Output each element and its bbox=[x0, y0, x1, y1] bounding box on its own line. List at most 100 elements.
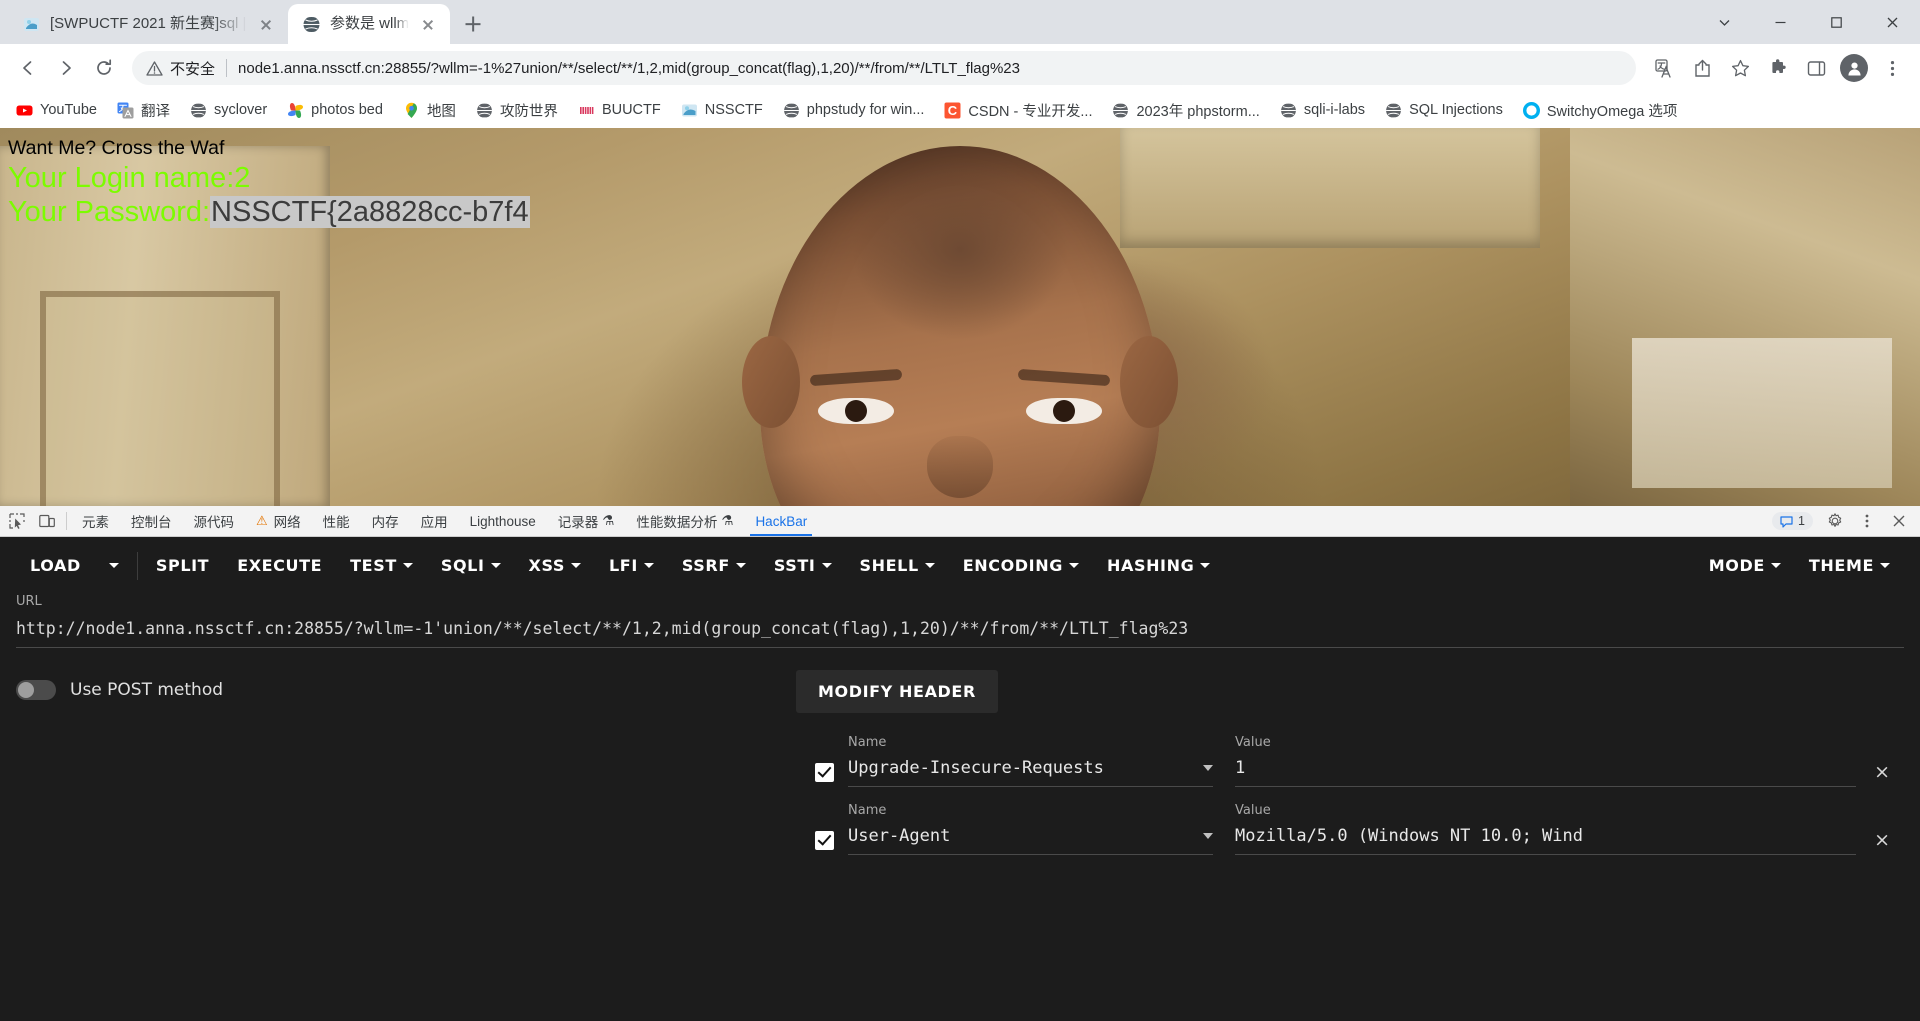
devtools-tab-bar-actions: 1 bbox=[1772, 506, 1920, 536]
devtools-tab-lighthouse[interactable]: Lighthouse bbox=[459, 506, 547, 536]
bookmark-sqli-i-labs[interactable]: sqli-i-labs bbox=[1272, 98, 1373, 123]
device-toolbar-icon[interactable] bbox=[32, 506, 62, 536]
hackbar-lfi-menu[interactable]: LFI bbox=[595, 548, 668, 583]
forward-arrow-icon[interactable] bbox=[48, 50, 84, 86]
three-dot-menu[interactable] bbox=[1874, 50, 1910, 86]
maximize-button[interactable] bbox=[1808, 0, 1864, 44]
new-tab-button[interactable] bbox=[456, 7, 490, 41]
devtools-tab-sources[interactable]: 源代码 bbox=[183, 506, 246, 536]
side-panel-icon[interactable] bbox=[1798, 50, 1834, 86]
close-window-button[interactable] bbox=[1864, 0, 1920, 44]
browser-tab-1[interactable]: [SWPUCTF 2021 新生赛]sql | N bbox=[8, 4, 288, 44]
remove-header-button[interactable]: × bbox=[1856, 761, 1904, 787]
header-value-input[interactable]: Mozilla/5.0 (Windows NT 10.0; Wind bbox=[1235, 826, 1857, 855]
devtools-tab-application[interactable]: 应用 bbox=[410, 506, 459, 536]
devtools-tab-performance[interactable]: 性能 bbox=[312, 506, 361, 536]
bookmark-syclover[interactable]: syclover bbox=[182, 98, 275, 123]
url-input[interactable]: http://node1.anna.nssctf.cn:28855/?wllm=… bbox=[16, 619, 1904, 638]
share-icon[interactable] bbox=[1684, 50, 1720, 86]
close-icon[interactable] bbox=[256, 14, 276, 34]
bookmark-label: photos bed bbox=[311, 102, 383, 118]
hackbar-hashing-menu[interactable]: HASHING bbox=[1093, 548, 1224, 583]
devtools-tab-memory[interactable]: 内存 bbox=[361, 506, 410, 536]
bookmark-csdn[interactable]: C CSDN - 专业开发... bbox=[936, 96, 1100, 125]
issues-count: 1 bbox=[1798, 514, 1805, 528]
devtools-tab-hackbar[interactable]: HackBar bbox=[744, 506, 818, 536]
use-post-method-row[interactable]: Use POST method bbox=[16, 680, 796, 700]
close-icon[interactable] bbox=[418, 14, 438, 34]
hackbar-xss-menu[interactable]: XSS bbox=[515, 548, 595, 583]
hackbar-panel: LOAD SPLIT EXECUTE TEST SQLI XSS LFI SSR… bbox=[0, 537, 1920, 1021]
close-icon[interactable] bbox=[1884, 513, 1914, 529]
hackbar-load-button[interactable]: LOAD bbox=[16, 548, 95, 583]
chevron-down-icon bbox=[402, 563, 413, 568]
photo-ceiling-frame bbox=[1120, 128, 1540, 248]
bookmark-switchyomega[interactable]: SwitchyOmega 选项 bbox=[1515, 96, 1686, 125]
hackbar-theme-menu[interactable]: THEME bbox=[1795, 548, 1904, 583]
bookmark-phpstorm-2023[interactable]: 2023年 phpstorm... bbox=[1104, 96, 1267, 125]
minimize-button[interactable] bbox=[1752, 0, 1808, 44]
hackbar-menu-label: SQLI bbox=[440, 556, 485, 575]
devtools-tab-performance-insights[interactable]: 性能数据分析 ⚗ bbox=[625, 506, 744, 536]
devtools-tab-elements[interactable]: 元素 bbox=[71, 506, 120, 536]
gear-icon[interactable] bbox=[1820, 513, 1850, 529]
photo-ear-right bbox=[1120, 336, 1178, 428]
bookmark-photos-bed[interactable]: photos bed bbox=[279, 98, 391, 123]
header-name-value: Upgrade-Insecure-Requests bbox=[848, 758, 1104, 778]
address-bar[interactable]: 不安全 node1.anna.nssctf.cn:28855/?wllm=-1%… bbox=[132, 51, 1636, 85]
back-arrow-icon[interactable] bbox=[10, 50, 46, 86]
bookmark-buuctf[interactable]: BUUCTF bbox=[570, 98, 669, 123]
remove-header-button[interactable]: × bbox=[1856, 829, 1904, 855]
header-enabled-checkbox[interactable] bbox=[815, 763, 834, 782]
hackbar-sqli-menu[interactable]: SQLI bbox=[427, 548, 515, 583]
hackbar-ssti-menu[interactable]: SSTI bbox=[760, 548, 846, 583]
translate-icon[interactable] bbox=[1646, 50, 1682, 86]
hackbar-encoding-menu[interactable]: ENCODING bbox=[949, 548, 1093, 583]
header-enabled-checkbox[interactable] bbox=[815, 831, 834, 850]
bookmark-translate[interactable]: 翻译 bbox=[109, 96, 178, 125]
hackbar-shell-menu[interactable]: SHELL bbox=[846, 548, 949, 583]
hackbar-test-menu[interactable]: TEST bbox=[336, 548, 427, 583]
avatar bbox=[1840, 54, 1868, 82]
devtools-tab-recorder[interactable]: 记录器 ⚗ bbox=[547, 506, 626, 536]
devtools-tab-label: 控制台 bbox=[131, 515, 172, 530]
chevron-down-icon bbox=[643, 563, 654, 568]
modify-header-button[interactable]: MODIFY HEADER bbox=[796, 670, 998, 713]
bookmark-maps[interactable]: 地图 bbox=[395, 96, 464, 125]
three-dot-menu[interactable] bbox=[1852, 513, 1882, 529]
inspect-element-icon[interactable] bbox=[2, 506, 32, 536]
extensions-puzzle-icon[interactable] bbox=[1760, 50, 1796, 86]
bookmark-label: CSDN - 专业开发... bbox=[968, 103, 1093, 120]
browser-tab-2[interactable]: 参数是 wllm bbox=[288, 4, 451, 44]
hackbar-load-dropdown[interactable] bbox=[95, 555, 133, 576]
hackbar-execute-button[interactable]: EXECUTE bbox=[223, 548, 336, 583]
devtools-tab-label: 性能 bbox=[322, 515, 350, 530]
chevron-down-icon[interactable] bbox=[1696, 0, 1752, 44]
devtools-tab-network[interactable]: ⚠ 网络 bbox=[245, 506, 312, 536]
bookmark-phpstudy[interactable]: phpstudy for win... bbox=[775, 98, 933, 123]
header-value-input[interactable]: 1 bbox=[1235, 758, 1857, 787]
buuctf-icon bbox=[578, 102, 595, 119]
hackbar-mode-menu[interactable]: MODE bbox=[1695, 548, 1795, 583]
hackbar-ssrf-menu[interactable]: SSRF bbox=[668, 548, 760, 583]
hackbar-menu-label: SPLIT bbox=[155, 556, 210, 575]
bookmark-nssctf[interactable]: NSSCTF bbox=[673, 98, 771, 123]
bookmark-sql-injections[interactable]: SQL Injections bbox=[1377, 98, 1511, 123]
use-post-method-toggle[interactable] bbox=[16, 680, 56, 700]
chevron-down-icon[interactable] bbox=[1203, 833, 1213, 839]
url-input-wrapper[interactable]: http://node1.anna.nssctf.cn:28855/?wllm=… bbox=[16, 619, 1904, 648]
devtools-tab-label: 内存 bbox=[371, 515, 399, 530]
bookmark-gfshijie[interactable]: 攻防世界 bbox=[468, 96, 566, 125]
bookmark-youtube[interactable]: YouTube bbox=[8, 98, 105, 123]
globe-icon bbox=[779, 102, 803, 119]
star-icon[interactable] bbox=[1722, 50, 1758, 86]
header-name-input[interactable]: Upgrade-Insecure-Requests bbox=[848, 758, 1213, 787]
reload-icon[interactable] bbox=[86, 50, 122, 86]
header-name-input[interactable]: User-Agent bbox=[848, 826, 1213, 855]
hackbar-menu-label: HASHING bbox=[1106, 556, 1195, 575]
profile-avatar[interactable] bbox=[1836, 50, 1872, 86]
chevron-down-icon[interactable] bbox=[1203, 765, 1213, 771]
hackbar-split-button[interactable]: SPLIT bbox=[142, 548, 223, 583]
issues-badge[interactable]: 1 bbox=[1772, 512, 1813, 530]
devtools-tab-console[interactable]: 控制台 bbox=[120, 506, 183, 536]
